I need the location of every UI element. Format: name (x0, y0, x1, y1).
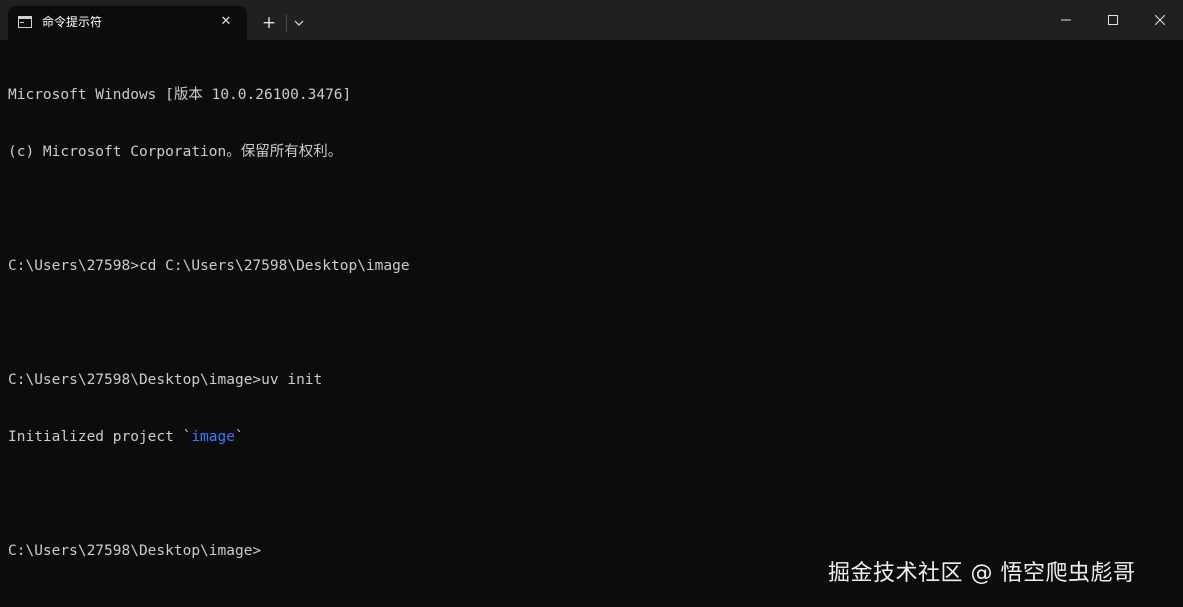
tab-command-prompt[interactable]: 命令提示符 ✕ (8, 6, 247, 40)
tab-dropdown-button[interactable] (290, 13, 308, 33)
terminal-line-initialized: Initialized project `image` (8, 428, 1168, 447)
terminal-line: C:\Users\27598>cd C:\Users\27598\Desktop… (8, 258, 410, 274)
chevron-down-icon (294, 20, 304, 26)
tab-close-button[interactable]: ✕ (215, 11, 237, 33)
close-icon (1155, 15, 1165, 25)
maximize-button[interactable] (1090, 0, 1136, 40)
init-project-name: image (191, 429, 235, 445)
terminal-window: 命令提示符 ✕ + Microsoft Windows [版本 10.0.261… (0, 0, 1183, 607)
terminal-output[interactable]: Microsoft Windows [版本 10.0.26100.3476] (… (8, 48, 1168, 599)
init-suffix: ` (234, 429, 244, 445)
watermark: 掘金技术社区 @ 悟空爬虫彪哥 (828, 561, 1136, 586)
terminal-line: (c) Microsoft Corporation。保留所有权利。 (8, 144, 343, 160)
terminal-line: C:\Users\27598\Desktop\image>uv init (8, 372, 323, 388)
maximize-icon (1108, 15, 1118, 25)
tab-separator (286, 14, 287, 32)
minimize-button[interactable] (1043, 0, 1089, 40)
terminal-icon (18, 16, 32, 28)
title-bar[interactable]: 命令提示符 ✕ + (0, 0, 1183, 40)
terminal-line: Microsoft Windows [版本 10.0.26100.3476] (8, 87, 352, 103)
close-button[interactable] (1137, 0, 1183, 40)
tab-title: 命令提示符 (42, 15, 103, 29)
init-prefix: Initialized project ` (8, 429, 192, 445)
new-tab-button[interactable]: + (256, 10, 282, 36)
minimize-icon (1061, 19, 1071, 21)
